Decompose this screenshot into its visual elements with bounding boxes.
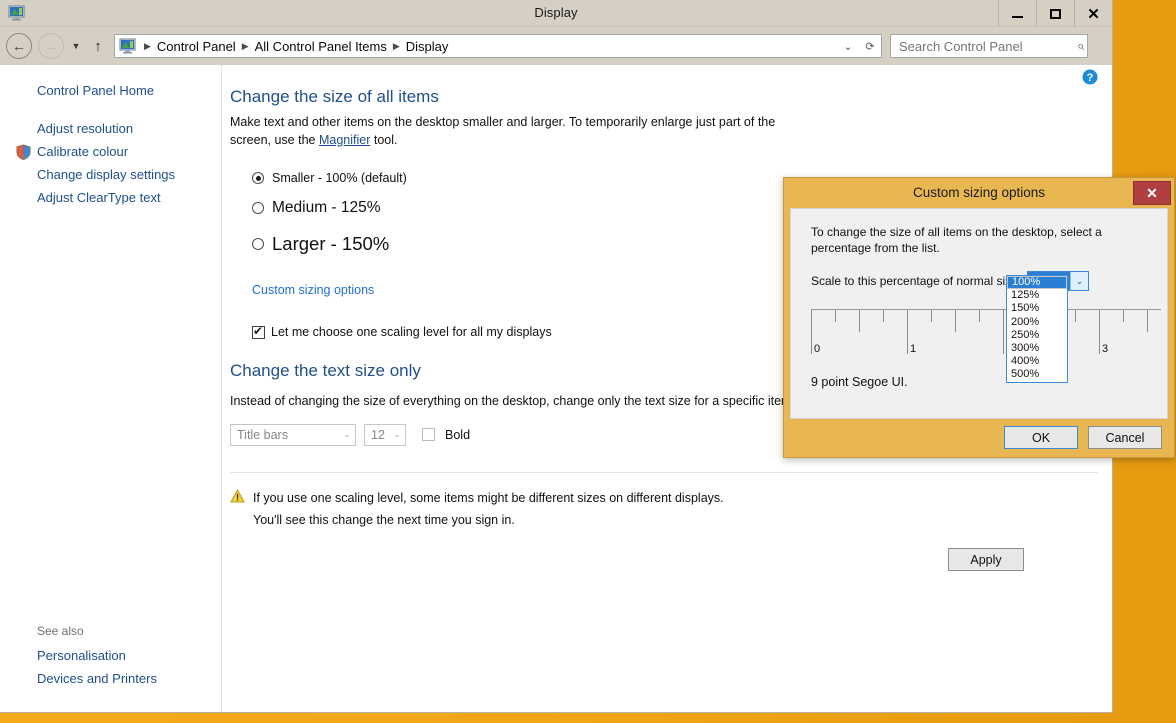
dialog-instruction: To change the size of all items on the d… — [811, 225, 1102, 255]
dialog-body: To change the size of all items on the d… — [790, 208, 1168, 419]
sidebar-item-adjust-cleartype-text[interactable]: Adjust ClearType text — [0, 186, 221, 209]
item-select[interactable]: Title bars ⌄ — [230, 423, 356, 446]
search-box[interactable]: ⌕ — [890, 34, 1088, 58]
warning-row: If you use one scaling level, some items… — [230, 487, 1112, 531]
sidebar-item-adjust-resolution[interactable]: Adjust resolution — [0, 117, 221, 140]
scale-percentage-dropdown-list[interactable]: 100% 125% 150% 200% 250% 300% 400% 500% — [1006, 275, 1068, 383]
scale-percentage-label: Scale to this percentage of normal size: — [811, 274, 1022, 288]
recent-pages-chevron-down-icon[interactable]: ▼ — [67, 33, 85, 59]
dropdown-option[interactable]: 400% — [1007, 355, 1067, 368]
refresh-icon[interactable]: ⟳ — [859, 35, 881, 57]
breadcrumb-separator: ▶ — [241, 40, 249, 51]
see-also-title: See also — [37, 624, 84, 638]
maximize-button[interactable] — [1036, 0, 1074, 27]
radio-smaller[interactable] — [252, 172, 264, 184]
sample-text: 9 point Segoe UI. — [811, 375, 908, 389]
bold-checkbox-row[interactable]: Bold — [418, 428, 470, 442]
description-text-post: tool. — [370, 133, 398, 147]
dropdown-option[interactable]: 500% — [1007, 368, 1067, 381]
svg-text:?: ? — [1087, 72, 1094, 84]
dropdown-option[interactable]: 150% — [1007, 302, 1067, 315]
one-scaling-level-checkbox[interactable] — [252, 324, 265, 339]
sidebar-item-control-panel-home[interactable]: Control Panel Home — [0, 79, 221, 102]
ruler: 0 1 3 — [811, 309, 1161, 369]
item-select-value: Title bars — [237, 427, 288, 442]
ruler-number-1: 1 — [910, 343, 917, 355]
radio-label-smaller: Smaller - 100% (default) — [272, 171, 407, 185]
page-title: Change the size of all items — [230, 87, 439, 106]
window-title: Display — [534, 5, 578, 20]
breadcrumb-display[interactable]: Display — [404, 39, 451, 54]
warning-line-2: You'll see this change the next time you… — [253, 512, 515, 527]
window-titlebar: Display ✕ — [0, 0, 1112, 27]
address-display-icon — [119, 38, 136, 54]
address-bar[interactable]: ▶ Control Panel ▶ All Control Panel Item… — [114, 34, 882, 58]
minimize-button[interactable] — [998, 0, 1036, 27]
font-size-select[interactable]: 12 ⌄ — [364, 423, 406, 446]
warning-text: If you use one scaling level, some items… — [253, 487, 724, 531]
see-also-section: See also Personalisation Devices and Pri… — [0, 622, 221, 690]
cancel-button[interactable]: Cancel — [1088, 426, 1162, 449]
font-size-value: 12 — [371, 427, 385, 442]
navigation-bar: ← → ▼ ↑ ▶ Control Panel ▶ All Control Pa… — [0, 27, 1112, 65]
warning-line-1: If you use one scaling level, some items… — [253, 490, 724, 505]
breadcrumb-control-panel[interactable]: Control Panel — [155, 39, 238, 54]
dropdown-option[interactable]: 250% — [1007, 329, 1067, 342]
shield-icon — [16, 144, 31, 161]
page-description: Make text and other items on the desktop… — [230, 113, 810, 149]
radio-label-medium: Medium - 125% — [272, 199, 381, 216]
sidebar-item-devices-and-printers[interactable]: Devices and Printers — [0, 667, 221, 690]
custom-sizing-options-link[interactable]: Custom sizing options — [252, 283, 374, 297]
warning-icon — [230, 488, 245, 503]
window-controls: ✕ — [998, 0, 1112, 27]
dropdown-option[interactable]: 200% — [1007, 316, 1067, 329]
sidebar-item-personalisation[interactable]: Personalisation — [0, 644, 221, 667]
magnifier-link[interactable]: Magnifier — [319, 133, 370, 147]
ruler-number-3: 3 — [1102, 343, 1109, 355]
sidebar-item-change-display-settings[interactable]: Change display settings — [0, 163, 221, 186]
chevron-down-icon: ⌄ — [343, 429, 351, 439]
dialog-close-button[interactable]: ✕ — [1133, 181, 1171, 205]
section-divider — [230, 471, 1098, 473]
custom-sizing-options-dialog: Custom sizing options ✕ To change the si… — [783, 177, 1175, 458]
radio-medium[interactable] — [252, 202, 264, 214]
dropdown-option[interactable]: 125% — [1007, 289, 1067, 302]
ruler-number-0: 0 — [814, 343, 821, 355]
dialog-titlebar: Custom sizing options ✕ — [784, 178, 1174, 208]
scale-percentage-row: Scale to this percentage of normal size:… — [811, 271, 1167, 291]
dropdown-option[interactable]: 300% — [1007, 342, 1067, 355]
sidebar: Control Panel Home Adjust resolution Cal… — [0, 65, 222, 712]
search-input[interactable] — [897, 37, 1077, 55]
bold-checkbox[interactable] — [422, 428, 435, 441]
radio-label-larger: Larger - 150% — [272, 233, 390, 254]
breadcrumb-all-items[interactable]: All Control Panel Items — [253, 39, 389, 54]
sidebar-item-calibrate-colour[interactable]: Calibrate colour — [0, 140, 221, 163]
description-text-pre: Make text and other items on the desktop… — [230, 115, 776, 147]
dialog-buttons: OK Cancel — [1004, 426, 1162, 449]
radio-larger[interactable] — [252, 238, 264, 250]
dropdown-option[interactable]: 100% — [1007, 276, 1067, 290]
up-button[interactable]: ↑ — [87, 33, 109, 59]
help-icon[interactable]: ? — [1082, 69, 1098, 85]
ok-button[interactable]: OK — [1004, 426, 1078, 449]
breadcrumb-separator: ▶ — [144, 40, 151, 51]
breadcrumb-separator: ▶ — [392, 40, 400, 51]
back-button[interactable]: ← — [6, 33, 32, 59]
forward-button[interactable]: → — [38, 33, 64, 59]
one-scaling-level-label: Let me choose one scaling level for all … — [271, 325, 552, 339]
apply-button[interactable]: Apply — [948, 548, 1024, 571]
search-icon: ⌕ — [1077, 38, 1085, 53]
previous-locations-chevron-down-icon[interactable]: ⌄ — [837, 35, 859, 57]
bold-label: Bold — [445, 427, 471, 442]
chevron-down-icon[interactable]: ⌄ — [1070, 272, 1089, 290]
close-button[interactable]: ✕ — [1074, 0, 1112, 27]
dialog-title: Custom sizing options — [912, 185, 1046, 200]
chevron-down-icon: ⌄ — [393, 429, 401, 439]
